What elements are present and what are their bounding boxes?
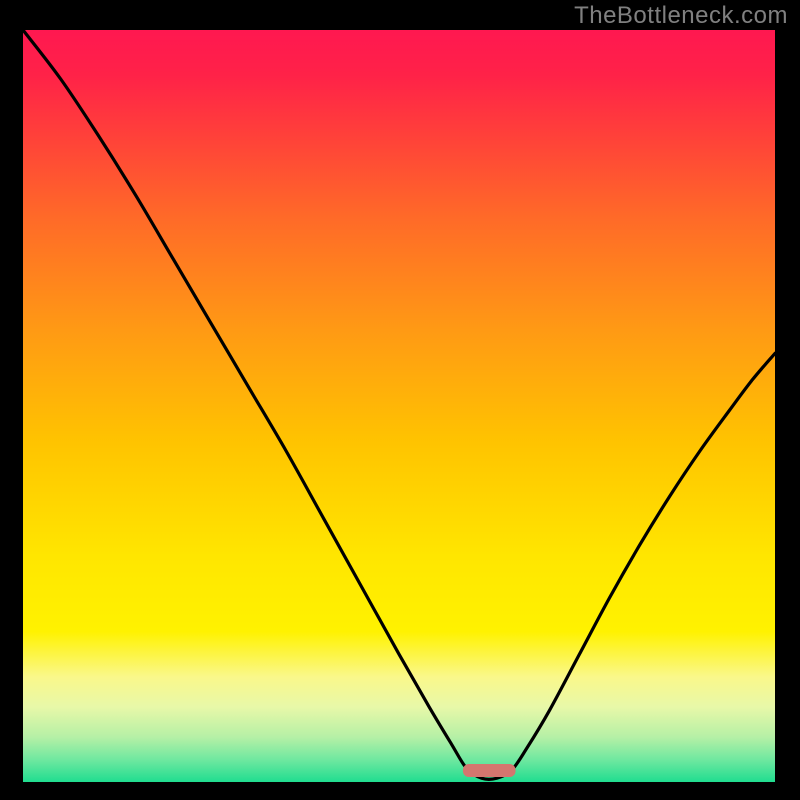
optimal-marker xyxy=(463,764,516,777)
watermark-text: TheBottleneck.com xyxy=(574,2,788,30)
chart-frame: { "watermark": "TheBottleneck.com", "gra… xyxy=(0,0,800,800)
plot-background xyxy=(23,30,775,782)
bottleneck-chart xyxy=(0,0,800,800)
